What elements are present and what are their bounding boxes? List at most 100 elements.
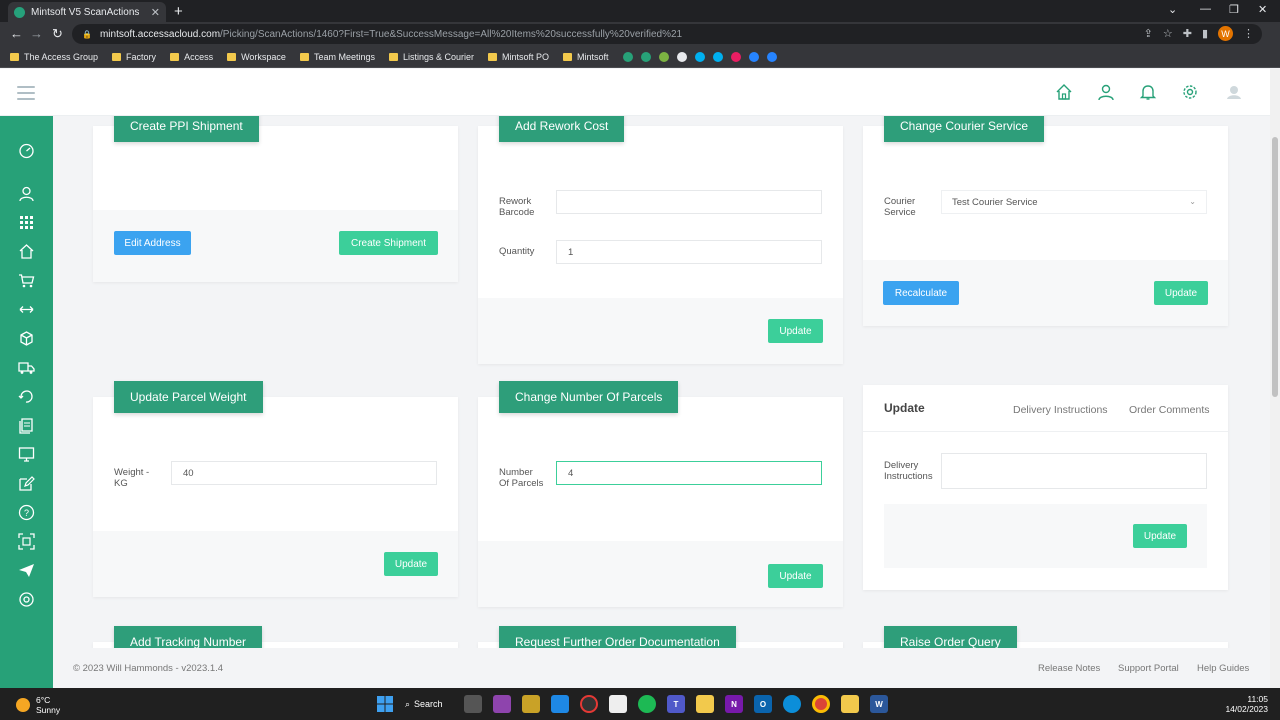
bookmark-favicon-icon[interactable] [730, 51, 741, 62]
delivery-instructions-textarea[interactable] [941, 453, 1207, 489]
sidebar-item-send[interactable] [18, 562, 35, 579]
snipping-tool-icon[interactable] [609, 695, 627, 713]
bookmark-item[interactable]: Mintsoft PO [488, 52, 549, 62]
tab-search-icon[interactable]: ⌄ [1168, 3, 1177, 16]
tab-order-comments[interactable]: Order Comments [1129, 404, 1210, 416]
sidebar-item-apps[interactable] [18, 214, 35, 231]
bookmark-item[interactable]: Access [170, 52, 213, 62]
app-circle-icon[interactable] [580, 695, 598, 713]
chrome-icon[interactable] [812, 695, 830, 713]
sidebar-item-support[interactable] [18, 591, 35, 608]
share-icon[interactable]: ⇪ [1144, 27, 1153, 40]
bell-icon[interactable] [1139, 83, 1157, 101]
sidebar-item-warehouse[interactable] [18, 243, 35, 260]
page-scrollbar[interactable] [1270, 69, 1280, 688]
parcels-update-button[interactable]: Update [768, 564, 823, 588]
forward-icon[interactable]: → [30, 26, 43, 41]
bookmark-item[interactable]: Workspace [227, 52, 286, 62]
weight-input[interactable]: 40 [171, 461, 437, 485]
search-icon: ⌕ [405, 698, 411, 709]
browser-tab[interactable]: Mintsoft V5 ScanActions ✕ [8, 2, 166, 22]
onenote-icon[interactable]: N [725, 695, 743, 713]
release-notes-link[interactable]: Release Notes [1038, 663, 1100, 674]
order-query-title: Raise Order Query [884, 626, 1017, 648]
weight-update-button[interactable]: Update [384, 552, 438, 576]
create-shipment-button[interactable]: Create Shipment [339, 231, 438, 255]
quantity-input[interactable]: 1 [556, 240, 822, 264]
reload-icon[interactable]: ↻ [52, 26, 63, 42]
rework-barcode-input[interactable] [556, 190, 822, 214]
menu-toggle-icon[interactable] [17, 86, 35, 104]
bookmark-favicon-icon[interactable] [676, 51, 687, 62]
new-tab-icon[interactable]: + [174, 3, 183, 20]
edge-icon[interactable] [783, 695, 801, 713]
browser-menu-icon[interactable]: ⋮ [1243, 27, 1254, 40]
sidebar-item-delivery[interactable] [18, 359, 35, 376]
svg-text:?: ? [24, 508, 29, 518]
rework-update-button[interactable]: Update [768, 319, 823, 343]
home-icon[interactable] [1055, 83, 1073, 101]
back-icon[interactable]: ← [10, 26, 23, 41]
sidebar-item-dashboard[interactable] [18, 142, 35, 159]
outlook-icon[interactable]: O [754, 695, 772, 713]
sidebar-item-edit[interactable] [18, 475, 35, 492]
parcels-input[interactable]: 4 [556, 461, 822, 485]
tab-delivery-instructions[interactable]: Delivery Instructions [1013, 404, 1108, 416]
sidebar-item-clients[interactable] [18, 185, 35, 202]
sidebar-item-monitor[interactable] [18, 446, 35, 463]
bookmark-favicon-icon[interactable] [748, 51, 759, 62]
bookmark-star-icon[interactable]: ☆ [1163, 27, 1173, 40]
sidebar-item-transfers[interactable] [18, 301, 35, 318]
help-guides-link[interactable]: Help Guides [1197, 663, 1249, 674]
teams-icon[interactable]: T [667, 695, 685, 713]
close-window-icon[interactable]: ✕ [1258, 3, 1267, 16]
bookmark-favicon-icon[interactable] [640, 51, 651, 62]
bookmark-item[interactable]: Listings & Courier [388, 52, 474, 62]
windows-start-icon[interactable] [376, 695, 394, 713]
profile-avatar[interactable]: W [1218, 26, 1233, 41]
file-explorer-icon[interactable] [696, 695, 714, 713]
taskbar-clock[interactable]: 11:05 14/02/2023 [1225, 694, 1268, 714]
close-tab-icon[interactable]: ✕ [151, 6, 160, 19]
task-view-icon[interactable] [464, 695, 482, 713]
app-stack-icon[interactable] [522, 695, 540, 713]
bookmark-item[interactable]: Factory [112, 52, 156, 62]
bookmark-item[interactable]: Mintsoft [563, 52, 609, 62]
bookmark-favicon-icon[interactable] [658, 51, 669, 62]
sidebar-item-help[interactable]: ? [18, 504, 35, 521]
photos-icon[interactable] [551, 695, 569, 713]
bookmark-favicon-icon[interactable] [712, 51, 723, 62]
sidebar-item-returns[interactable] [18, 388, 35, 405]
spotify-icon[interactable] [638, 695, 656, 713]
sidebar-item-products[interactable] [18, 330, 35, 347]
bookmark-favicon-icon[interactable] [766, 51, 777, 62]
bookmark-item[interactable]: Team Meetings [299, 52, 375, 62]
courier-update-button[interactable]: Update [1154, 281, 1208, 305]
gear-icon[interactable] [1181, 83, 1199, 101]
bookmark-item[interactable]: The Access Group [10, 52, 98, 62]
instructions-update-button[interactable]: Update [1133, 524, 1187, 548]
scrollbar-thumb[interactable] [1272, 137, 1278, 397]
sidebar-item-orders[interactable] [18, 272, 35, 289]
recalculate-button[interactable]: Recalculate [883, 281, 959, 305]
folder-icon [227, 52, 237, 61]
weather-widget[interactable]: 6°C Sunny [16, 695, 60, 715]
bookmark-favicon-icon[interactable] [622, 51, 633, 62]
url-field[interactable]: 🔒 mintsoft.accessacloud.com/Picking/Scan… [72, 24, 1262, 44]
avatar[interactable] [1225, 83, 1243, 101]
bookmark-favicon-icon[interactable] [694, 51, 705, 62]
side-panel-icon[interactable]: ▮ [1202, 27, 1208, 40]
user-icon[interactable] [1097, 83, 1115, 101]
extensions-icon[interactable]: ✚ [1183, 27, 1192, 40]
taskbar-search[interactable]: ⌕ Search [405, 695, 453, 713]
minimize-icon[interactable]: — [1200, 3, 1211, 15]
word-icon[interactable]: W [870, 695, 888, 713]
folder-icon[interactable] [841, 695, 859, 713]
support-portal-link[interactable]: Support Portal [1118, 663, 1179, 674]
sidebar-item-reports[interactable] [18, 417, 35, 434]
restore-icon[interactable]: ❐ [1229, 3, 1239, 16]
edit-address-button[interactable]: Edit Address [114, 231, 191, 255]
widgets-icon[interactable] [493, 695, 511, 713]
sidebar-item-scan[interactable] [18, 533, 35, 550]
courier-service-select[interactable]: Test Courier Service ⌄ [941, 190, 1207, 214]
